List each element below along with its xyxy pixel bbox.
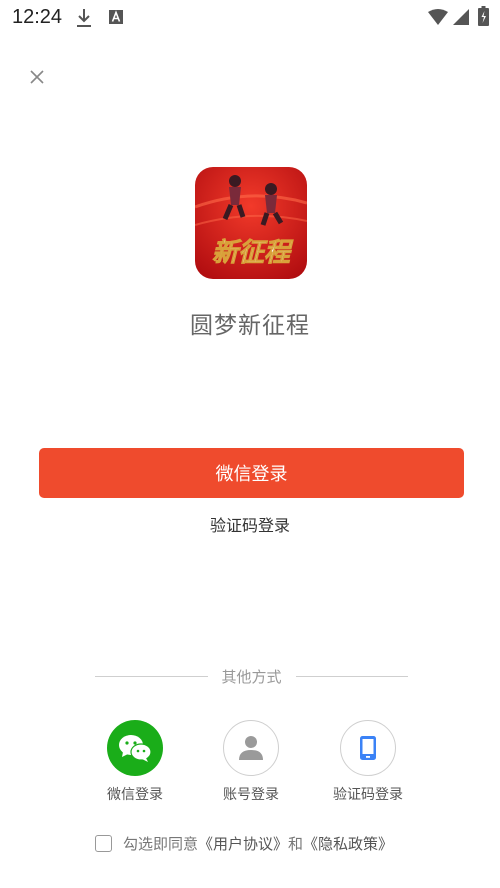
status-bar: 12:24 — [0, 0, 500, 36]
option-wechat-login[interactable]: 微信登录 — [85, 720, 185, 804]
agreement-prefix: 勾选即同意 — [123, 834, 199, 853]
other-methods-title: 其他方式 — [221, 667, 282, 686]
sms-login-link[interactable]: 验证码登录 — [0, 512, 500, 536]
other-methods-divider: 其他方式 — [95, 664, 409, 688]
battery-icon — [478, 6, 489, 26]
status-time: 12:24 — [12, 6, 63, 28]
option-sms-label: 验证码登录 — [333, 787, 403, 803]
notification-a-icon — [109, 10, 123, 24]
agreement-and: 和 — [288, 834, 304, 853]
wechat-icon — [119, 735, 152, 762]
app-name: 圆梦新征程 — [190, 313, 310, 339]
wechat-circle[interactable] — [107, 720, 163, 776]
divider-line-right — [295, 675, 409, 677]
agreement-checkbox[interactable] — [95, 834, 112, 852]
user-icon — [239, 736, 263, 760]
app-logo: 新征程 — [195, 167, 307, 279]
agreement-row: 勾选即同意 《用户协议》 和 《隐私政策》 — [95, 832, 393, 854]
logo-text: 新征程 — [212, 238, 294, 268]
close-icon — [30, 70, 44, 84]
account-circle[interactable] — [223, 720, 279, 776]
wechat-login-button[interactable]: 微信登录 — [39, 448, 464, 498]
option-account-label: 账号登录 — [223, 787, 279, 803]
option-sms-login[interactable]: 验证码登录 — [318, 720, 418, 804]
wifi-icon — [428, 9, 448, 25]
option-wechat-label: 微信登录 — [107, 787, 163, 803]
sms-circle[interactable] — [340, 720, 396, 776]
close-button[interactable] — [22, 62, 52, 92]
user-agreement-link[interactable]: 《用户协议》 — [198, 833, 288, 854]
option-account-login[interactable]: 账号登录 — [201, 720, 301, 804]
signal-icon — [453, 9, 469, 25]
privacy-policy-link[interactable]: 《隐私政策》 — [303, 833, 393, 854]
phone-icon — [360, 736, 376, 760]
download-icon — [77, 9, 91, 27]
divider-line-left — [95, 675, 208, 677]
